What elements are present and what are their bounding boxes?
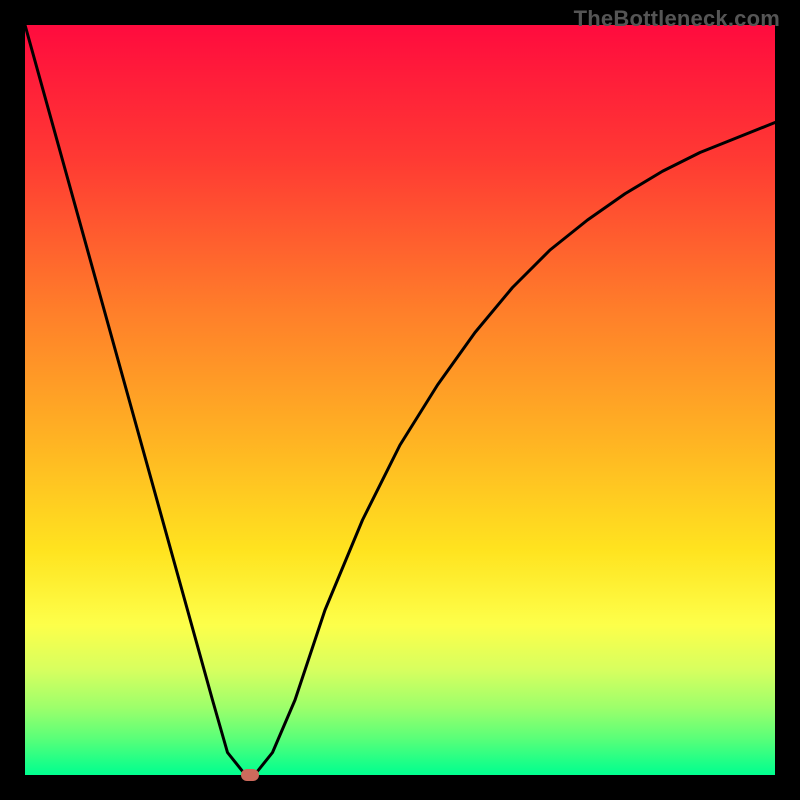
plot-area: [25, 25, 775, 775]
curve-svg: [25, 25, 775, 775]
bottleneck-curve: [25, 25, 775, 775]
chart-container: TheBottleneck.com: [0, 0, 800, 800]
optimal-point-marker: [241, 769, 259, 781]
brand-watermark: TheBottleneck.com: [574, 6, 780, 32]
